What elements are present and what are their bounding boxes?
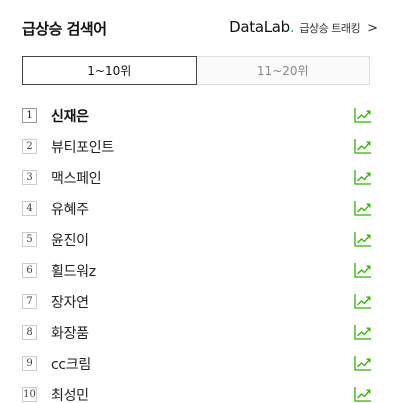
keyword-link[interactable]: 뷰티포인트	[51, 137, 114, 157]
keyword-link[interactable]: 화장품	[51, 323, 89, 343]
trend-up-chart-icon[interactable]	[354, 386, 372, 402]
datalab-subtitle: 급상승 트래킹	[299, 22, 361, 35]
keyword-link[interactable]: 유혜주	[51, 199, 89, 219]
keyword-row[interactable]: 7 장자연	[22, 286, 372, 317]
keyword-row[interactable]: 1 신재은	[22, 100, 372, 131]
keyword-row[interactable]: 10 최성민	[22, 379, 372, 403]
keyword-list: 1 신재은 2 뷰티포인트 3 맥스페인 4 유혜주 5 윤진이 6 휠드워z …	[22, 100, 372, 403]
datalab-link[interactable]: DataLab. 급상승 트래킹 >	[229, 18, 378, 36]
rank-badge: 3	[22, 170, 37, 185]
rank-badge: 2	[22, 139, 37, 154]
keyword-row[interactable]: 6 휠드워z	[22, 255, 372, 286]
keyword-row[interactable]: 2 뷰티포인트	[22, 131, 372, 162]
rank-badge: 9	[22, 356, 37, 371]
rank-badge: 10	[22, 387, 37, 402]
rank-badge: 5	[22, 232, 37, 247]
rank-badge: 1	[22, 108, 37, 123]
keyword-link[interactable]: 신재은	[51, 106, 89, 126]
keyword-row[interactable]: 9 cc크림	[22, 348, 372, 379]
tab-rank-1-10[interactable]: 1~10위	[22, 56, 197, 85]
trend-up-chart-icon[interactable]	[354, 169, 372, 185]
keyword-row[interactable]: 8 화장품	[22, 317, 372, 348]
keyword-row[interactable]: 4 유혜주	[22, 193, 372, 224]
trend-up-chart-icon[interactable]	[354, 262, 372, 278]
keyword-link[interactable]: 윤진이	[51, 230, 89, 250]
keyword-link[interactable]: 장자연	[51, 292, 89, 312]
tab-rank-11-20[interactable]: 11~20위	[196, 56, 370, 85]
datalab-brand-main: DataLab	[229, 18, 290, 36]
rank-badge: 6	[22, 263, 37, 278]
trend-up-chart-icon[interactable]	[354, 355, 372, 371]
trend-up-chart-icon[interactable]	[354, 324, 372, 340]
trend-up-chart-icon[interactable]	[354, 293, 372, 309]
rank-badge: 4	[22, 201, 37, 216]
rank-range-tabs: 1~10위 11~20위	[22, 56, 370, 85]
rank-badge: 7	[22, 294, 37, 309]
keyword-row[interactable]: 3 맥스페인	[22, 162, 372, 193]
rank-badge: 8	[22, 325, 37, 340]
chevron-right-icon: >	[367, 21, 378, 36]
page-title: 급상승 검색어	[22, 20, 107, 38]
keyword-row[interactable]: 5 윤진이	[22, 224, 372, 255]
keyword-link[interactable]: 최성민	[51, 385, 89, 403]
keyword-link[interactable]: 휠드워z	[51, 261, 96, 281]
trend-up-chart-icon[interactable]	[354, 138, 372, 154]
keyword-link[interactable]: 맥스페인	[51, 168, 102, 188]
header: 급상승 검색어 DataLab. 급상승 트래킹 >	[22, 16, 378, 40]
datalab-brand: DataLab.	[229, 18, 295, 36]
keyword-link[interactable]: cc크림	[51, 354, 91, 374]
trend-up-chart-icon[interactable]	[354, 200, 372, 216]
trend-up-chart-icon[interactable]	[354, 107, 372, 123]
trend-up-chart-icon[interactable]	[354, 231, 372, 247]
datalab-brand-dot: .	[289, 18, 295, 36]
